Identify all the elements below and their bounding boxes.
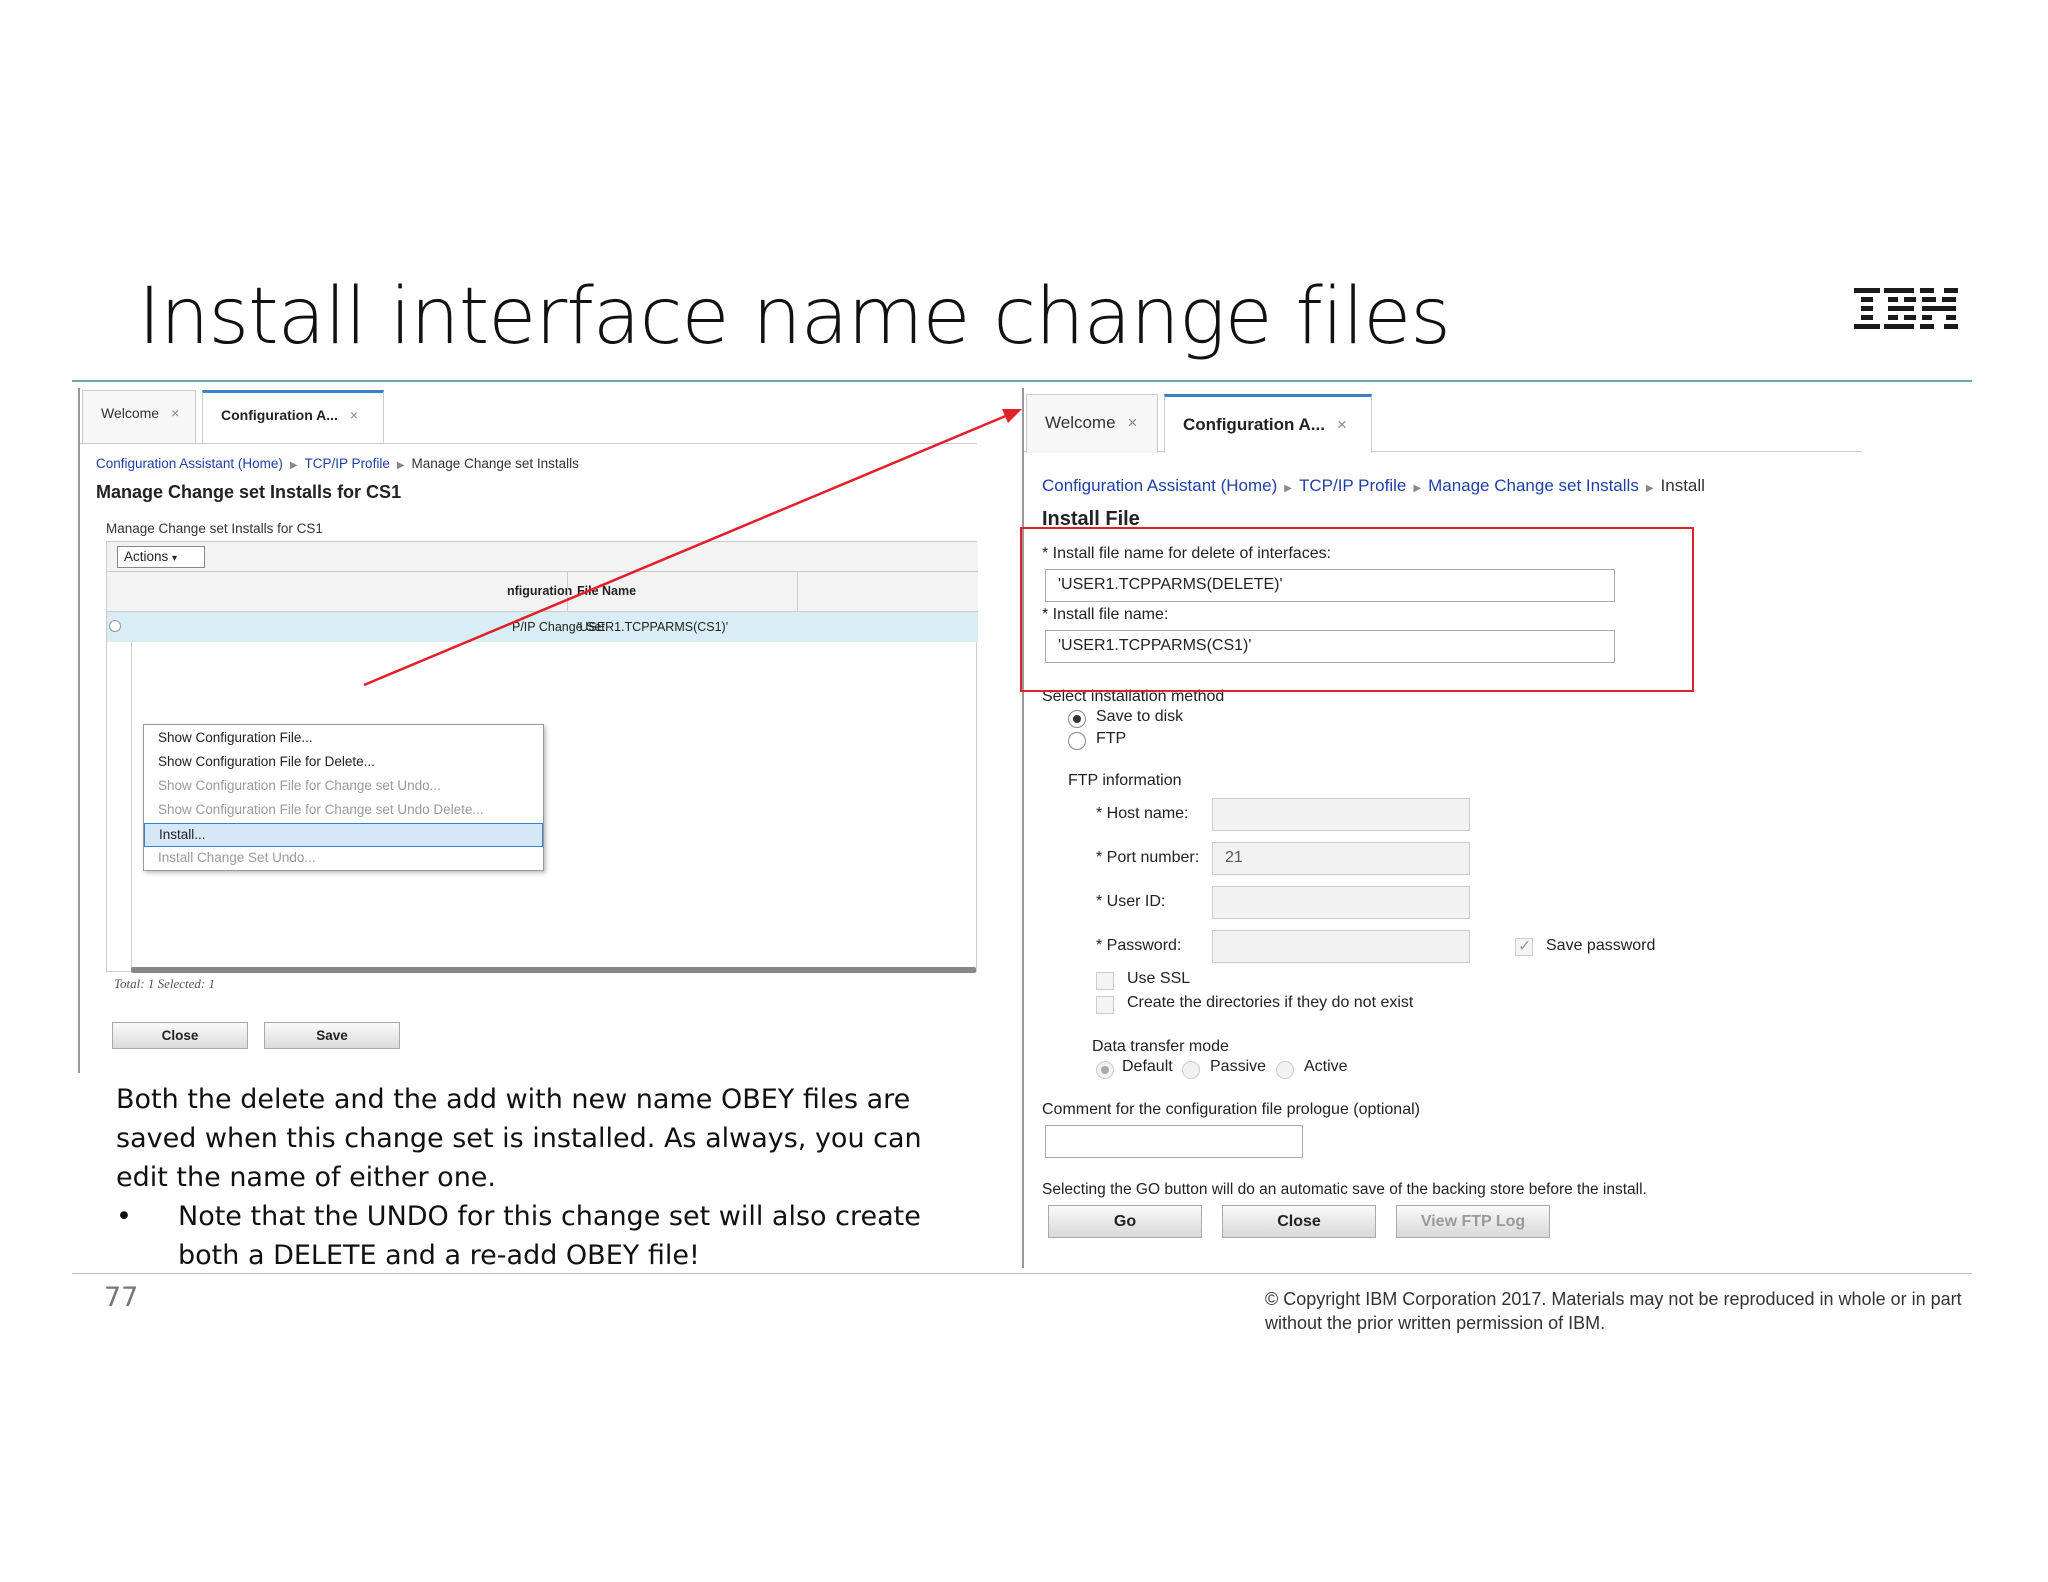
active-mode-label: Active [1304, 1058, 1348, 1075]
save-password-label: Save password [1546, 937, 1656, 954]
host-name-input[interactable] [1212, 798, 1470, 831]
checkmark-icon: ✓ [1518, 938, 1532, 955]
port-number-input[interactable]: 21 [1212, 842, 1470, 875]
tab-welcome[interactable]: Welcome × [1026, 394, 1158, 453]
active-mode-radio[interactable] [1276, 1061, 1294, 1079]
row-file-name: 'USER1.TCPPARMS(CS1)' [577, 620, 729, 634]
left-tab-bar: Welcome × Configuration A... × [80, 390, 977, 444]
breadcrumb-manage-installs[interactable]: Manage Change set Installs [1428, 476, 1639, 495]
user-id-input[interactable] [1212, 886, 1470, 919]
comment-label: Comment for the configuration file prolo… [1042, 1101, 1420, 1118]
arrow-head [1002, 409, 1022, 423]
table-header: nfiguration File Name [107, 572, 978, 612]
breadcrumb-home[interactable]: Configuration Assistant (Home) [96, 456, 283, 471]
ibm-logo [1852, 288, 1962, 329]
column-divider [131, 642, 132, 970]
breadcrumb-tcpip-profile[interactable]: TCP/IP Profile [305, 456, 390, 471]
menu-item-show-config[interactable]: Show Configuration File... [144, 727, 543, 751]
breadcrumb-home[interactable]: Configuration Assistant (Home) [1042, 476, 1277, 495]
column-divider [797, 572, 798, 612]
bullet-icon: • [116, 1201, 132, 1232]
create-dirs-checkbox[interactable] [1096, 996, 1114, 1014]
right-tab-bar: Welcome × Configuration A... × [1024, 394, 1862, 453]
close-icon[interactable]: × [171, 405, 179, 421]
user-id-label: * User ID: [1096, 893, 1166, 910]
password-input[interactable] [1212, 930, 1470, 963]
save-to-disk-radio[interactable] [1068, 710, 1086, 728]
chevron-right-icon: ▶ [289, 460, 298, 471]
save-to-disk-label: Save to disk [1096, 708, 1184, 725]
breadcrumb: Configuration Assistant (Home) ▶ TCP/IP Pr… [96, 456, 579, 471]
close-button[interactable]: Close [1222, 1205, 1376, 1238]
ftp-radio[interactable] [1068, 732, 1086, 750]
menu-item-show-config-delete[interactable]: Show Configuration File for Delete... [144, 751, 543, 775]
body-paragraph: Both the delete and the add with new nam… [116, 1084, 922, 1193]
table-total: Total: 1 Selected: 1 [114, 976, 215, 991]
chevron-right-icon: ▶ [1413, 483, 1422, 494]
use-ssl-label: Use SSL [1127, 970, 1191, 987]
use-ssl-checkbox[interactable] [1096, 972, 1114, 990]
close-icon[interactable]: × [1128, 413, 1138, 432]
actions-button[interactable]: Actions ▾ [117, 546, 205, 568]
chevron-right-icon: ▶ [396, 460, 405, 471]
password-label: * Password: [1096, 937, 1182, 954]
right-screenshot: Welcome × Configuration A... × Configurati… [1022, 388, 1862, 1268]
actions-menu: Show Configuration File... Show Configur… [143, 724, 544, 871]
close-icon[interactable]: × [1337, 415, 1347, 434]
transfer-mode-label: Data transfer mode [1092, 1038, 1229, 1055]
tab-configuration[interactable]: Configuration A... × [1164, 394, 1372, 453]
create-dirs-label: Create the directories if they do not ex… [1127, 994, 1414, 1011]
page-number: 77 [104, 1282, 139, 1313]
save-password-checkbox[interactable]: ✓ [1515, 938, 1533, 956]
default-mode-radio[interactable] [1096, 1061, 1114, 1079]
highlight-box [1020, 527, 1694, 692]
menu-item-show-config-undo: Show Configuration File for Change set U… [158, 778, 441, 793]
tab-configuration[interactable]: Configuration A... × [202, 390, 384, 443]
menu-item-install[interactable]: Install... [144, 823, 543, 847]
breadcrumb-current: Manage Change set Installs [411, 456, 579, 471]
bullet-item: • Note that the UNDO for this change set… [116, 1197, 936, 1275]
footer-rule [72, 1273, 1972, 1274]
column-header-file-name[interactable]: File Name [577, 584, 636, 598]
horizontal-scrollbar[interactable] [131, 967, 976, 973]
bullet-text: Note that the UNDO for this change set w… [178, 1201, 921, 1271]
host-name-label: * Host name: [1096, 805, 1189, 822]
breadcrumb-current: Install [1660, 476, 1705, 495]
copyright-notice: © Copyright IBM Corporation 2017. Materi… [1265, 1289, 1962, 1333]
comment-input[interactable] [1045, 1125, 1303, 1158]
table-toolbar: Actions ▾ [107, 542, 978, 572]
breadcrumb-tcpip-profile[interactable]: TCP/IP Profile [1299, 476, 1406, 495]
title-rule [72, 380, 1972, 382]
chevron-right-icon: ▶ [1284, 483, 1292, 494]
go-note: Selecting the GO button will do an autom… [1042, 1181, 1647, 1198]
column-header-configuration[interactable]: nfiguration [507, 584, 572, 598]
table-title: Manage Change set Installs for CS1 [106, 521, 323, 536]
close-icon[interactable]: × [350, 407, 358, 423]
chevron-down-icon: ▾ [172, 553, 178, 564]
left-screenshot: Welcome × Configuration A... × Configurati… [78, 388, 978, 1073]
tab-welcome[interactable]: Welcome × [82, 390, 196, 443]
slide-title: Install interface name change files [138, 272, 1451, 362]
column-divider [567, 572, 568, 612]
page-title: Manage Change set Installs for CS1 [96, 482, 402, 502]
chevron-right-icon: ▶ [1645, 483, 1654, 494]
port-number-label: * Port number: [1096, 849, 1200, 866]
view-ftp-log-button: View FTP Log [1396, 1205, 1550, 1238]
breadcrumb: Configuration Assistant (Home) ▶ TCP/IP Pr… [1042, 476, 1705, 496]
passive-mode-label: Passive [1210, 1058, 1267, 1075]
menu-item-install-undo: Install Change Set Undo... [158, 850, 316, 865]
ftp-label: FTP [1096, 730, 1127, 747]
menu-item-show-config-undo-delete: Show Configuration File for Change set U… [158, 802, 484, 817]
table-row[interactable]: P/IP Change Set 'USER1.TCPPARMS(CS1)' [107, 612, 978, 642]
ftp-info-label: FTP information [1068, 772, 1182, 789]
default-mode-label: Default [1122, 1058, 1173, 1075]
row-select-radio[interactable] [109, 620, 121, 632]
body-text: Both the delete and the add with new nam… [116, 1080, 936, 1275]
go-button[interactable]: Go [1048, 1205, 1202, 1238]
passive-mode-radio[interactable] [1182, 1061, 1200, 1079]
close-button[interactable]: Close [112, 1022, 248, 1049]
change-set-table: Actions ▾ nfiguration File Name P/IP Cha… [106, 541, 978, 973]
save-button[interactable]: Save [264, 1022, 400, 1049]
